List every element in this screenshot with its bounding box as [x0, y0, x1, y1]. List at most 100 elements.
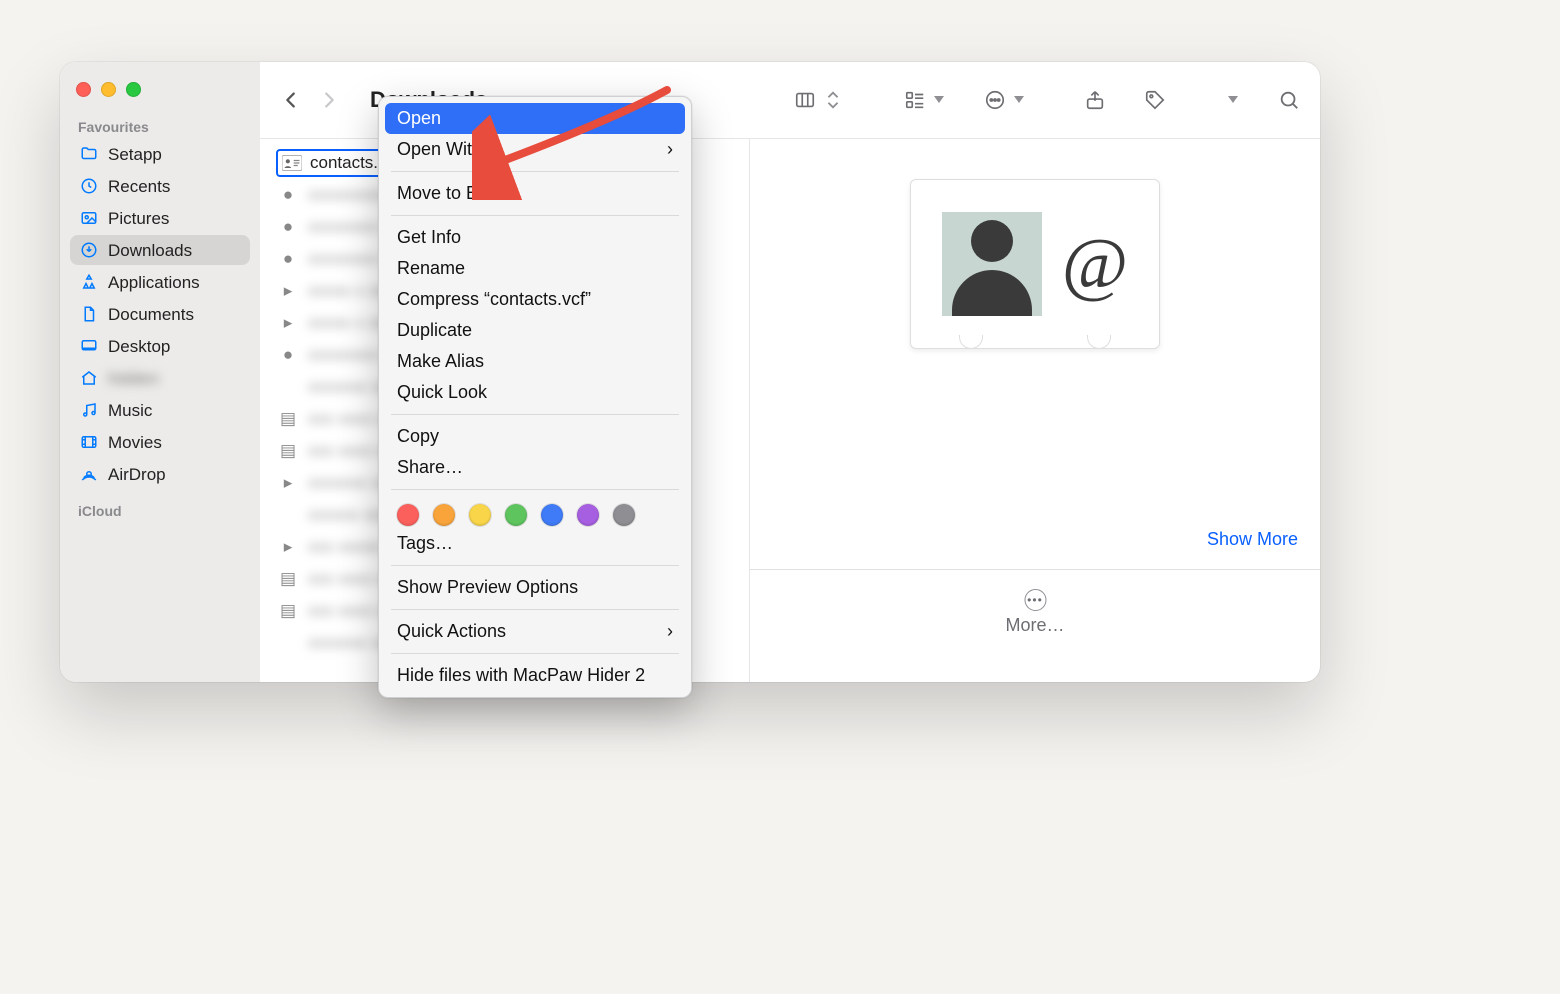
menu-item-show-preview-options[interactable]: Show Preview Options — [385, 572, 685, 603]
document-icon — [80, 305, 98, 323]
view-columns-button[interactable] — [794, 89, 844, 111]
menu-separator — [391, 414, 679, 415]
sidebar-item-documents[interactable]: Documents — [70, 299, 250, 329]
sidebar-item-label: Applications — [108, 274, 200, 291]
menu-separator — [391, 489, 679, 490]
search-button[interactable] — [1278, 89, 1300, 111]
menu-item-copy[interactable]: Copy — [385, 421, 685, 452]
sidebar-item-label: Pictures — [108, 210, 169, 227]
menu-item-rename[interactable]: Rename — [385, 253, 685, 284]
tag-purple[interactable] — [577, 504, 599, 526]
menu-item-label: Quick Look — [397, 382, 487, 403]
menu-separator — [391, 215, 679, 216]
at-sign-icon: @ — [1062, 228, 1128, 300]
menu-item-make-alias[interactable]: Make Alias — [385, 346, 685, 377]
menu-item-label: Move to Bin — [397, 183, 492, 204]
window-controls — [70, 76, 250, 115]
sidebar-favourites-list: Setapp Recents Pictures Downloads — [70, 139, 250, 489]
menu-item-share[interactable]: Share… — [385, 452, 685, 483]
movie-icon — [80, 433, 98, 451]
tag-orange[interactable] — [433, 504, 455, 526]
sidebar-item-movies[interactable]: Movies — [70, 427, 250, 457]
sidebar-item-label: Downloads — [108, 242, 192, 259]
menu-item-duplicate[interactable]: Duplicate — [385, 315, 685, 346]
avatar-icon — [942, 212, 1042, 316]
share-button[interactable] — [1084, 89, 1106, 111]
menu-separator — [391, 609, 679, 610]
menu-separator — [391, 171, 679, 172]
tag-gray[interactable] — [613, 504, 635, 526]
chevron-right-icon: › — [667, 621, 673, 642]
minimize-window-button[interactable] — [101, 82, 116, 97]
maximize-window-button[interactable] — [126, 82, 141, 97]
sidebar-item-label: Setapp — [108, 146, 162, 163]
menu-item-quick-actions[interactable]: Quick Actions › — [385, 616, 685, 647]
action-menu-button[interactable] — [984, 89, 1024, 111]
divider — [750, 569, 1320, 570]
sidebar-item-home[interactable]: hidden — [70, 363, 250, 393]
ellipsis-icon: ••• — [1024, 589, 1046, 611]
show-more-link[interactable]: Show More — [1207, 529, 1298, 550]
menu-item-label: Make Alias — [397, 351, 484, 372]
tag-colors-row — [385, 496, 685, 528]
sidebar-item-setapp[interactable]: Setapp — [70, 139, 250, 169]
tag-yellow[interactable] — [469, 504, 491, 526]
tag-red[interactable] — [397, 504, 419, 526]
picture-icon — [80, 209, 98, 227]
menu-item-label: Copy — [397, 426, 439, 447]
context-menu: Open Open With › Move to Bin Get Info Re… — [378, 96, 692, 698]
menu-item-quick-look[interactable]: Quick Look — [385, 377, 685, 408]
tag-green[interactable] — [505, 504, 527, 526]
menu-item-label: Share… — [397, 457, 463, 478]
chevron-right-icon: › — [667, 139, 673, 160]
menu-separator — [391, 653, 679, 654]
toolbar-overflow-button[interactable] — [1226, 96, 1238, 103]
menu-item-get-info[interactable]: Get Info — [385, 222, 685, 253]
menu-item-label: Get Info — [397, 227, 461, 248]
sidebar-item-desktop[interactable]: Desktop — [70, 331, 250, 361]
sidebar-item-applications[interactable]: Applications — [70, 267, 250, 297]
more-label: More… — [1005, 615, 1064, 636]
menu-item-label: Show Preview Options — [397, 577, 578, 598]
sidebar-item-airdrop[interactable]: AirDrop — [70, 459, 250, 489]
sidebar-item-label: hidden — [108, 370, 159, 387]
sidebar-item-label: Desktop — [108, 338, 170, 355]
sidebar-heading-icloud: iCloud — [70, 499, 250, 523]
home-icon — [80, 369, 98, 387]
sidebar-item-recents[interactable]: Recents — [70, 171, 250, 201]
sidebar-item-pictures[interactable]: Pictures — [70, 203, 250, 233]
preview-pane: @ Show More ••• More… — [750, 139, 1320, 682]
menu-item-label: Duplicate — [397, 320, 472, 341]
sidebar-item-label: Recents — [108, 178, 170, 195]
menu-item-tags[interactable]: Tags… — [385, 528, 685, 559]
tag-blue[interactable] — [541, 504, 563, 526]
sidebar-item-label: Music — [108, 402, 152, 419]
group-by-button[interactable] — [904, 89, 944, 111]
menu-item-move-to-bin[interactable]: Move to Bin — [385, 178, 685, 209]
airdrop-icon — [80, 465, 98, 483]
menu-item-compress[interactable]: Compress “contacts.vcf” — [385, 284, 685, 315]
back-button[interactable] — [280, 89, 302, 111]
menu-item-open[interactable]: Open — [385, 103, 685, 134]
menu-item-open-with[interactable]: Open With › — [385, 134, 685, 165]
tags-button[interactable] — [1144, 89, 1166, 111]
more-actions-button[interactable]: ••• More… — [1005, 589, 1064, 636]
menu-item-label: Compress “contacts.vcf” — [397, 289, 591, 310]
download-icon — [80, 241, 98, 259]
menu-item-hide-files[interactable]: Hide files with MacPaw Hider 2 — [385, 660, 685, 691]
sidebar-item-music[interactable]: Music — [70, 395, 250, 425]
desktop-icon — [80, 337, 98, 355]
menu-item-label: Tags… — [397, 533, 453, 554]
menu-item-label: Open With — [397, 139, 482, 160]
sidebar: Favourites Setapp Recents Pictures — [60, 62, 260, 682]
forward-button[interactable] — [318, 89, 340, 111]
sidebar-item-label: Documents — [108, 306, 194, 323]
close-window-button[interactable] — [76, 82, 91, 97]
menu-separator — [391, 565, 679, 566]
clock-icon — [80, 177, 98, 195]
sidebar-item-downloads[interactable]: Downloads — [70, 235, 250, 265]
vcf-file-icon — [282, 153, 302, 173]
menu-item-label: Rename — [397, 258, 465, 279]
sidebar-heading-favourites: Favourites — [70, 115, 250, 139]
music-icon — [80, 401, 98, 419]
